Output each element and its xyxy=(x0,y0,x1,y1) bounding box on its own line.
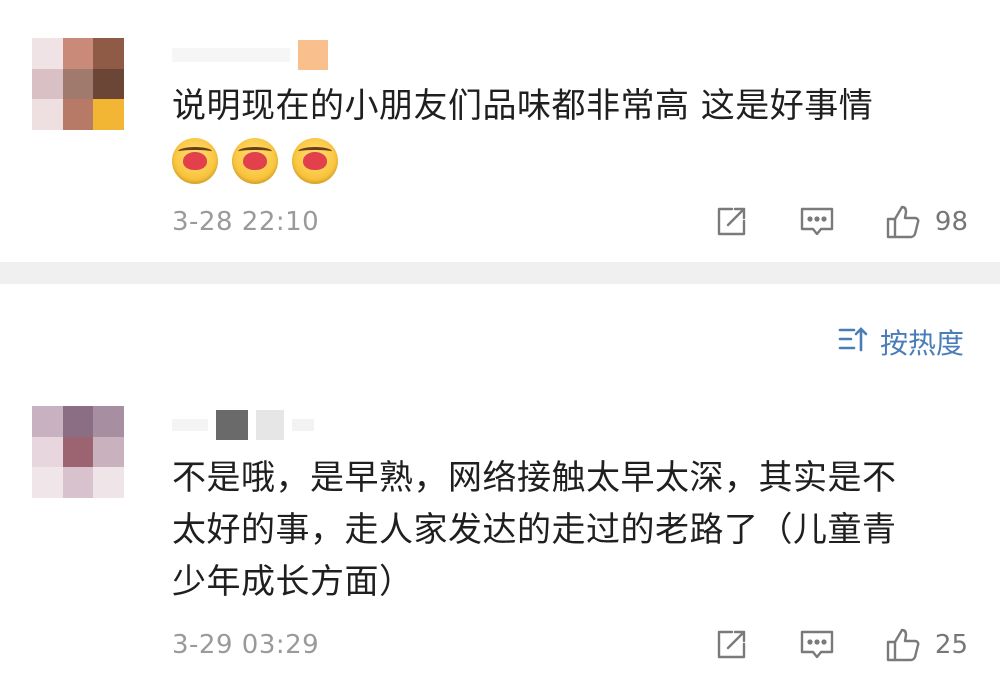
comment-item: 说明现在的小朋友们品味都非常高 这是好事情 3-28 22:10 98 xyxy=(0,0,1000,262)
like-count: 25 xyxy=(934,630,968,660)
sort-icon xyxy=(838,326,868,359)
like-count: 98 xyxy=(934,207,968,237)
avatar-tile xyxy=(62,406,94,437)
avatar-tile xyxy=(93,38,124,69)
avatar-tile xyxy=(32,68,63,100)
section-divider xyxy=(0,262,1000,284)
comment-meta: 3-29 03:29 25 xyxy=(172,625,968,665)
like-button[interactable]: 25 xyxy=(885,627,968,663)
avatar[interactable] xyxy=(32,38,124,130)
comment-time: 3-28 22:10 xyxy=(172,207,320,237)
emoji-row xyxy=(172,138,338,184)
thumbs-up-icon xyxy=(885,627,921,663)
avatar-tile xyxy=(93,99,124,130)
thumbs-up-icon xyxy=(885,204,921,240)
avatar-tile xyxy=(93,68,124,100)
reply-icon[interactable] xyxy=(799,627,835,663)
username-blurred[interactable] xyxy=(172,410,314,440)
avatar-tile xyxy=(32,38,63,69)
avatar-tile xyxy=(93,406,124,437)
comment-meta: 3-28 22:10 98 xyxy=(172,202,968,242)
avatar-tile xyxy=(32,406,63,437)
avatar-tile xyxy=(62,38,94,69)
sort-label: 按热度 xyxy=(879,327,964,360)
avatar-tile xyxy=(32,467,63,498)
sort-by-heat-button[interactable]: 按热度 xyxy=(838,322,964,362)
reply-icon[interactable] xyxy=(799,204,835,240)
avatar-tile xyxy=(62,99,94,130)
like-button[interactable]: 98 xyxy=(885,204,968,240)
avatar-tile xyxy=(62,68,94,100)
comment-time: 3-29 03:29 xyxy=(172,630,320,660)
avatar[interactable] xyxy=(32,406,124,498)
comment-text: 不是哦，是早熟，网络接触太早太深，其实是不 太好的事，走人家发达的走过的老路了（… xyxy=(172,458,897,602)
avatar-tile xyxy=(32,99,63,130)
hug-heart-emoji-icon xyxy=(232,138,278,184)
avatar-tile xyxy=(32,436,63,468)
avatar-tile xyxy=(93,467,124,498)
comment-text: 说明现在的小朋友们品味都非常高 这是好事情 xyxy=(172,86,874,126)
hug-heart-emoji-icon xyxy=(292,138,338,184)
avatar-tile xyxy=(62,436,94,468)
share-icon[interactable] xyxy=(713,204,749,240)
username-blurred[interactable] xyxy=(172,40,328,70)
share-icon[interactable] xyxy=(713,627,749,663)
comment-item: 不是哦，是早熟，网络接触太早太深，其实是不 太好的事，走人家发达的走过的老路了（… xyxy=(0,380,1000,682)
avatar-tile xyxy=(93,436,124,468)
avatar-tile xyxy=(62,467,94,498)
hug-heart-emoji-icon xyxy=(172,138,218,184)
